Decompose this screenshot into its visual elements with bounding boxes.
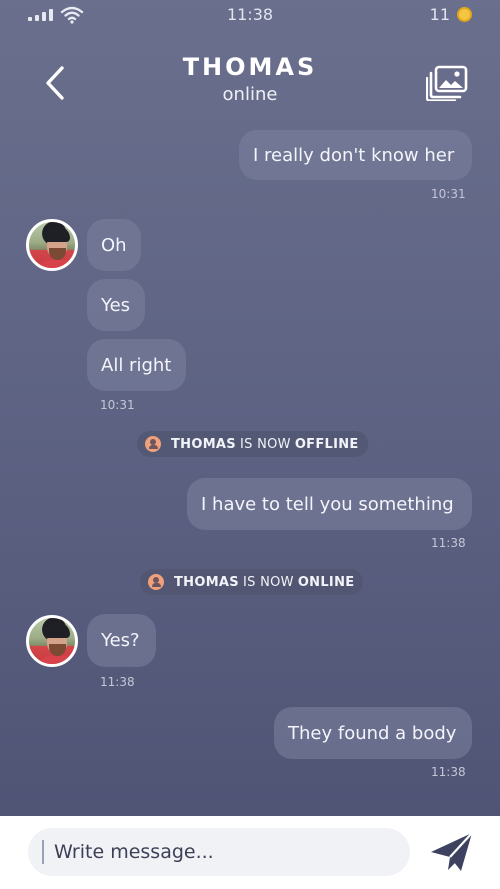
send-icon bbox=[431, 832, 473, 871]
status-time: 11:38 bbox=[226, 5, 274, 24]
text-caret bbox=[42, 840, 44, 864]
user-icon bbox=[148, 574, 164, 590]
battery-level: 11 bbox=[429, 5, 450, 24]
gallery-button[interactable] bbox=[425, 65, 468, 102]
message-bubble-sent[interactable]: They found a body bbox=[274, 707, 472, 759]
presence-notice: THOMAS IS NOW OFFLINE bbox=[137, 431, 368, 457]
presence-notice: THOMAS IS NOW ONLINE bbox=[140, 569, 364, 595]
message-bubble-sent[interactable]: I have to tell you something bbox=[187, 478, 472, 530]
presence-state: ONLINE bbox=[297, 574, 355, 590]
message-input[interactable] bbox=[54, 828, 394, 876]
presence-state: OFFLINE bbox=[294, 436, 359, 452]
message-bubble-received[interactable]: Yes bbox=[87, 279, 145, 331]
contact-avatar[interactable] bbox=[26, 219, 78, 271]
message-time: 10:31 bbox=[100, 398, 135, 412]
presence-text: IS NOW bbox=[242, 574, 294, 590]
presence-name: THOMAS bbox=[174, 574, 239, 590]
message-bubble-received[interactable]: Yes? bbox=[87, 614, 156, 667]
message-composer bbox=[0, 816, 500, 889]
message-time: 11:38 bbox=[431, 765, 466, 779]
message-input-wrapper[interactable] bbox=[28, 828, 410, 876]
message-time: 11:38 bbox=[431, 536, 466, 550]
contact-status: online bbox=[222, 84, 278, 105]
presence-text: IS NOW bbox=[239, 436, 291, 452]
contact-avatar[interactable] bbox=[26, 615, 78, 667]
user-icon bbox=[145, 436, 161, 452]
chat-header: THOMAS online bbox=[0, 45, 500, 115]
message-time: 10:31 bbox=[431, 187, 466, 201]
message-bubble-sent[interactable]: I really don't know her bbox=[239, 130, 472, 180]
message-time: 11:38 bbox=[100, 675, 135, 689]
coin-icon bbox=[457, 7, 472, 22]
gallery-icon bbox=[425, 65, 468, 102]
send-button[interactable] bbox=[428, 830, 476, 874]
status-bar: 11:38 11 bbox=[0, 0, 500, 30]
presence-name: THOMAS bbox=[171, 436, 236, 452]
message-bubble-received[interactable]: All right bbox=[87, 339, 186, 391]
message-bubble-received[interactable]: Oh bbox=[87, 219, 141, 271]
contact-name: THOMAS bbox=[182, 53, 318, 81]
